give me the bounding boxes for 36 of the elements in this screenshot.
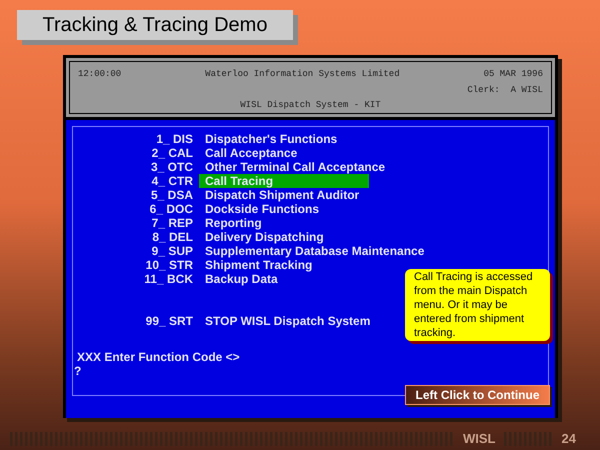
footer-brand: WISL: [463, 430, 496, 448]
function-code: 6_ DOC: [148, 201, 194, 218]
barcode-stripes-drawing: [504, 432, 554, 446]
clock-time: 12:00:00: [78, 68, 122, 81]
function-code: 2_ CAL: [150, 145, 194, 162]
function-code: 99_ SRT: [144, 313, 194, 330]
function-code: 4_ CTR: [150, 173, 194, 190]
function-code: 8_ DEL: [151, 229, 194, 246]
menu-item[interactable]: Shipment Tracking: [199, 258, 312, 272]
menu-item[interactable]: Call Acceptance: [199, 146, 298, 160]
slide-title: Tracking & Tracing Demo: [17, 10, 293, 40]
function-code: 11_ BCK: [143, 271, 194, 288]
callout-note: Call Tracing is accessed from the main Dispatch menu. Or it may be entered from shipment tracking.: [405, 269, 550, 341]
menu-item[interactable]: STOP WISL Dispatch System: [199, 314, 370, 328]
function-code: 9_ SUP: [150, 243, 194, 260]
clerk-text: Clerk: A WISL: [467, 84, 543, 96]
function-code: 10_ STR: [144, 257, 194, 274]
function-code: 1_ DIS: [155, 131, 194, 148]
menu-item[interactable]: Other Terminal Call Acceptance: [199, 160, 386, 174]
prompt-text: XXX Enter Function Code <>: [76, 350, 241, 364]
menu-item[interactable]: Dispatcher's Functions: [199, 132, 338, 146]
page-number: 24: [562, 430, 576, 448]
input-cursor[interactable]: ?: [73, 364, 82, 378]
continue-button[interactable]: Left Click to Continue: [405, 385, 550, 405]
function-code: 3_ OTC: [150, 159, 194, 176]
menu-item[interactable]: Dockside Functions: [199, 202, 320, 216]
date-text: 05 MAR 1996: [484, 68, 543, 81]
company-name: Waterloo Information Systems Limited: [205, 68, 400, 81]
function-code: 7_ REP: [150, 215, 194, 232]
menu-item[interactable]: Reporting: [199, 216, 262, 230]
function-code: 5_ DSA: [150, 187, 194, 204]
menu-item[interactable]: Dispatch Shipment Auditor: [199, 188, 360, 202]
menu-item[interactable]: Delivery Dispatching: [199, 230, 324, 244]
system-title: WISL Dispatch System - KIT: [240, 99, 381, 112]
menu-item[interactable]: Backup Data: [199, 272, 278, 286]
menu-item[interactable]: Supplementary Database Maintenance: [199, 244, 424, 258]
